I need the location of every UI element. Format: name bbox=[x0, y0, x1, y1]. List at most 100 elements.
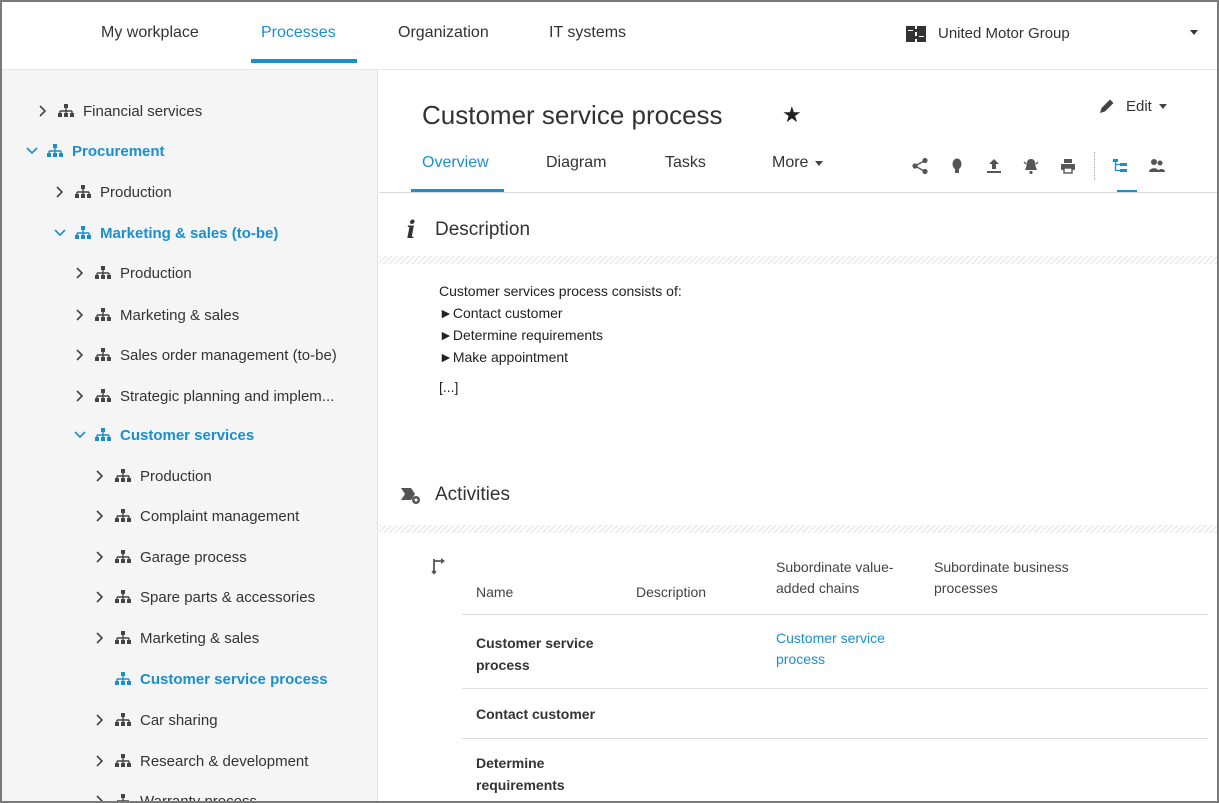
sidebar-item-marketing-sales[interactable]: Marketing & sales bbox=[72, 302, 239, 328]
chevron-right-icon[interactable] bbox=[92, 630, 108, 646]
info-icon: i bbox=[406, 215, 416, 244]
chevron-right-icon[interactable] bbox=[72, 388, 88, 404]
list-item: ►Determine requirements bbox=[439, 327, 604, 343]
process-tree-icon bbox=[114, 631, 132, 645]
chevron-right-icon[interactable] bbox=[92, 712, 108, 728]
process-tree-icon bbox=[114, 509, 132, 523]
chevron-right-icon[interactable] bbox=[72, 265, 88, 281]
tab-it-systems[interactable]: IT systems bbox=[549, 24, 626, 42]
activities-section-header: Activities bbox=[399, 484, 510, 506]
print-icon[interactable] bbox=[1057, 155, 1079, 177]
sidebar-item-garage-process[interactable]: Garage process bbox=[92, 544, 247, 570]
tab-diagram[interactable]: Diagram bbox=[546, 154, 606, 172]
tab-organization[interactable]: Organization bbox=[398, 24, 489, 42]
sidebar-item-label: Customer service process bbox=[140, 670, 328, 688]
sidebar-item-car-sharing[interactable]: Car sharing bbox=[92, 707, 218, 733]
page-title: Customer service process bbox=[422, 100, 723, 130]
section-separator bbox=[379, 525, 1217, 533]
tab-more[interactable]: More bbox=[772, 154, 824, 172]
sidebar-item-marketing-sales-to-be[interactable]: Marketing & sales (to-be) bbox=[52, 220, 278, 246]
caret-down-icon[interactable] bbox=[1190, 30, 1198, 35]
sidebar-item-label: Production bbox=[120, 264, 192, 282]
process-tree-icon bbox=[57, 104, 75, 118]
active-tab-underline bbox=[251, 59, 357, 63]
table-row-name: Customer service process bbox=[476, 635, 594, 673]
pencil-icon bbox=[1100, 99, 1114, 113]
column-header-value-added-chains[interactable]: Subordinate value- added chains bbox=[776, 557, 894, 599]
chevron-down-icon bbox=[1158, 103, 1167, 109]
lightbulb-icon[interactable] bbox=[946, 155, 968, 177]
edit-label: Edit bbox=[1126, 97, 1152, 115]
favorite-star-icon[interactable]: ★ bbox=[782, 102, 802, 128]
sidebar-item-label: Marketing & sales (to-be) bbox=[100, 224, 279, 242]
sidebar-item-financial-services[interactable]: Financial services bbox=[35, 98, 202, 124]
sidebar-item-strategic-planning[interactable]: Strategic planning and implem... bbox=[72, 383, 334, 409]
chevron-right-icon[interactable] bbox=[92, 549, 108, 565]
sidebar-item-spare-parts[interactable]: Spare parts & accessories bbox=[92, 584, 315, 610]
chevron-down-icon[interactable] bbox=[24, 143, 40, 159]
chevron-right-icon[interactable] bbox=[72, 347, 88, 363]
sort-icon[interactable] bbox=[431, 557, 449, 575]
responsibilities-icon[interactable] bbox=[1146, 155, 1168, 177]
activities-heading: Activities bbox=[435, 484, 510, 505]
sidebar-item-research-development[interactable]: Research & development bbox=[92, 748, 308, 774]
column-header-business-processes[interactable]: Subordinate business processes bbox=[934, 557, 1069, 599]
tab-overview[interactable]: Overview bbox=[422, 154, 489, 172]
sidebar-item-production[interactable]: Production bbox=[52, 179, 172, 205]
column-header-name[interactable]: Name bbox=[476, 582, 513, 603]
chevron-down-icon[interactable] bbox=[52, 225, 68, 241]
bullet-arrow-icon: ► bbox=[439, 349, 453, 365]
database-selector[interactable]: United Motor Group bbox=[938, 25, 1070, 42]
process-tree-icon bbox=[74, 226, 92, 240]
sidebar-item-marketing-sales[interactable]: Marketing & sales bbox=[92, 625, 259, 651]
database-icon bbox=[906, 25, 926, 43]
chevron-right-icon[interactable] bbox=[92, 589, 108, 605]
sidebar-item-customer-services[interactable]: Customer services bbox=[72, 422, 254, 448]
chevron-right-icon[interactable] bbox=[92, 508, 108, 524]
notification-bell-icon[interactable] bbox=[1020, 155, 1042, 177]
chevron-right-icon[interactable] bbox=[92, 793, 108, 801]
description-text: Customer services process consists of: ►… bbox=[439, 280, 682, 398]
sidebar-item-procurement[interactable]: Procurement bbox=[24, 138, 165, 164]
sidebar-item-label: Procurement bbox=[72, 142, 165, 160]
sidebar-item-complaint-management[interactable]: Complaint management bbox=[92, 503, 299, 529]
sidebar-item-customer-service-process[interactable]: Customer service process bbox=[114, 666, 328, 692]
more-label: More bbox=[772, 154, 809, 171]
structure-view-icon[interactable] bbox=[1109, 155, 1131, 177]
process-tree-icon bbox=[74, 185, 92, 199]
sidebar-item-production[interactable]: Production bbox=[92, 463, 212, 489]
chevron-right-icon[interactable] bbox=[92, 468, 108, 484]
sidebar-item-label: Production bbox=[100, 183, 172, 201]
chevron-right-icon[interactable] bbox=[35, 103, 51, 119]
value-added-chain-link[interactable]: Customer service process bbox=[776, 628, 885, 670]
chevron-down-icon[interactable] bbox=[72, 427, 88, 443]
edit-button[interactable]: Edit bbox=[1098, 97, 1167, 115]
tab-processes[interactable]: Processes bbox=[261, 24, 336, 42]
main-content: Customer service process ★ Edit Overview… bbox=[379, 70, 1217, 801]
sidebar-item-warranty-process[interactable]: Warranty process bbox=[92, 788, 257, 803]
process-tree-icon bbox=[46, 144, 64, 158]
tab-my-workplace[interactable]: My workplace bbox=[101, 24, 199, 42]
sidebar-item-production[interactable]: Production bbox=[72, 260, 192, 286]
description-more[interactable]: [...] bbox=[439, 376, 682, 398]
process-tree-icon bbox=[94, 348, 112, 362]
sidebar-item-label: Marketing & sales bbox=[140, 629, 260, 647]
process-tree-icon bbox=[114, 672, 132, 686]
column-header-description[interactable]: Description bbox=[636, 582, 706, 603]
bullet-arrow-icon: ► bbox=[439, 327, 453, 343]
bullet-arrow-icon: ► bbox=[439, 305, 453, 321]
chevron-right-icon[interactable] bbox=[92, 753, 108, 769]
process-tree-icon bbox=[114, 550, 132, 564]
chevron-right-icon[interactable] bbox=[52, 184, 68, 200]
sidebar-item-label: Complaint management bbox=[140, 507, 300, 525]
description-section-header: i Description bbox=[399, 215, 530, 244]
table-divider bbox=[462, 738, 1208, 739]
chevron-down-icon bbox=[815, 160, 824, 166]
tab-tasks[interactable]: Tasks bbox=[665, 154, 706, 172]
upload-icon[interactable] bbox=[983, 155, 1005, 177]
sidebar-item-sales-order-management[interactable]: Sales order management (to-be) bbox=[72, 342, 337, 368]
sidebar-item-label: Warranty process bbox=[140, 792, 257, 803]
chevron-right-icon[interactable] bbox=[72, 307, 88, 323]
share-icon[interactable] bbox=[909, 155, 931, 177]
sidebar-item-label: Car sharing bbox=[140, 711, 218, 729]
